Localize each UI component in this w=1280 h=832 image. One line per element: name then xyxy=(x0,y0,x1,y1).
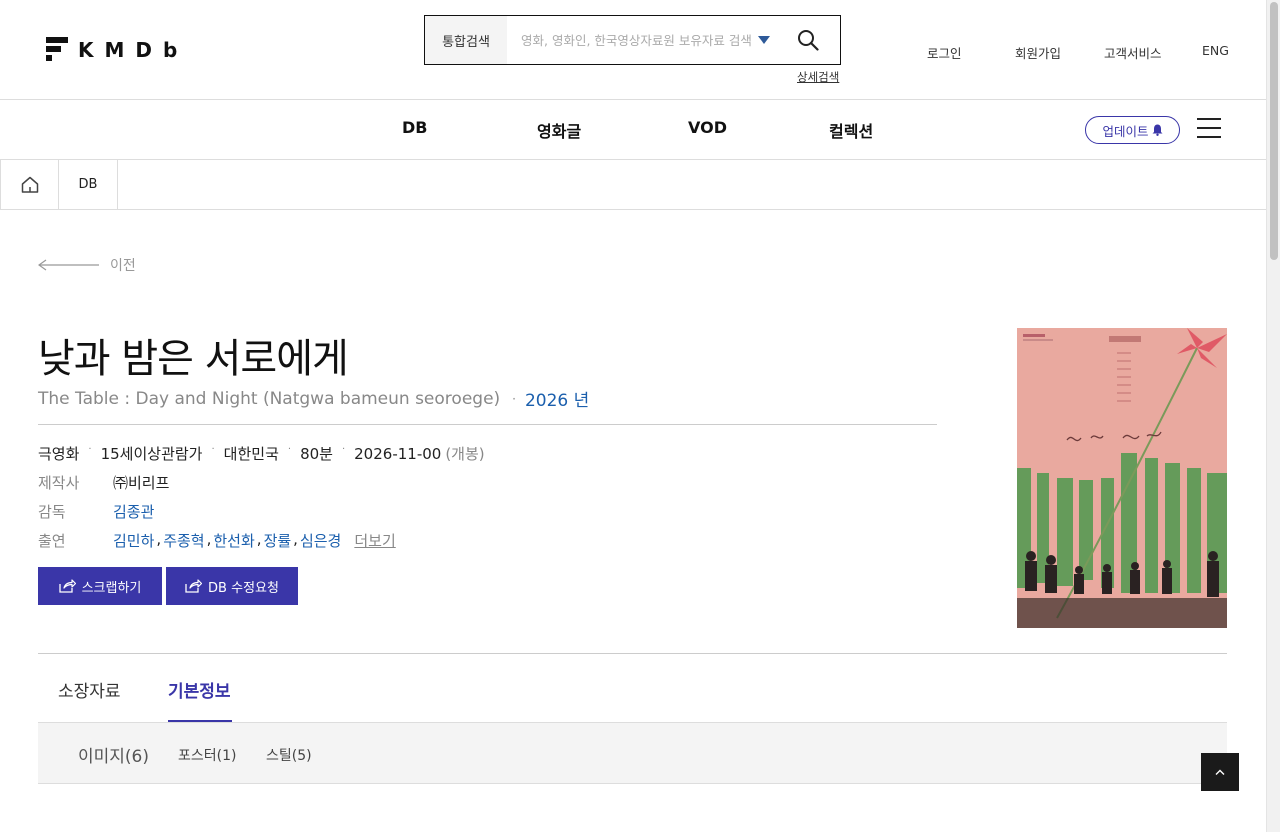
meta-release-note: (개봉) xyxy=(445,445,485,463)
db-edit-label: DB 수정요청 xyxy=(208,580,279,596)
search-button[interactable] xyxy=(788,20,828,60)
nav-db[interactable]: DB xyxy=(402,118,427,137)
movie-meta: 극영화 · 15세이상관람가 · 대한민국 · 80분 · 2026-11-00 (개봉… xyxy=(38,444,485,463)
director-row: 감독 김종관 xyxy=(38,501,154,522)
meta-release-date: 2026-11-00 xyxy=(354,444,442,463)
arrow-left-icon xyxy=(38,259,99,271)
nav-vod[interactable]: VOD xyxy=(688,118,727,137)
search-box: 통합검색 xyxy=(424,15,841,65)
tab-basic-info[interactable]: 기본정보 xyxy=(168,677,231,702)
english-link[interactable]: ENG xyxy=(1202,43,1229,58)
update-label: 업데이트 xyxy=(1102,123,1149,139)
scrap-label: 스크랩하기 xyxy=(81,580,142,596)
meta-rating: 15세이상관람가 xyxy=(100,445,203,463)
tab-collection[interactable]: 소장자료 xyxy=(58,677,121,702)
subtab-stills[interactable]: 스틸(5) xyxy=(266,745,312,765)
scroll-to-top-button[interactable] xyxy=(1201,753,1239,791)
logo-mark-icon xyxy=(46,36,68,61)
subtab-bar: 이미지(6) 포스터(1) 스틸(5) xyxy=(38,722,1227,784)
scrollbar[interactable] xyxy=(1266,0,1280,832)
site-header: KMDb 통합검색 상세검색 로그인 회원가입 고객서비스 ENG xyxy=(0,0,1266,100)
bell-icon xyxy=(1152,124,1162,136)
director-label: 감독 xyxy=(38,503,66,521)
back-label: 이전 xyxy=(110,258,136,274)
search-category-select[interactable]: 통합검색 xyxy=(425,16,507,64)
cast-more-link[interactable]: 더보기 xyxy=(354,530,395,551)
breadcrumb-db[interactable]: DB xyxy=(59,160,118,209)
chevron-down-icon[interactable] xyxy=(758,36,770,44)
cast-label: 출연 xyxy=(38,532,66,550)
meta-genre: 극영화 xyxy=(38,445,80,463)
breadcrumb: DB xyxy=(0,160,1266,210)
movie-year[interactable]: 2026 년 xyxy=(525,386,589,411)
chevron-up-icon xyxy=(1215,769,1225,775)
update-button[interactable]: 업데이트 xyxy=(1085,116,1180,144)
poster-image xyxy=(1017,328,1227,628)
movie-subtitle: The Table : Day and Night (Natgwa bameun… xyxy=(38,386,589,412)
movie-poster[interactable] xyxy=(1017,328,1227,628)
cast-link[interactable]: 장률 xyxy=(264,530,292,551)
nav-articles[interactable]: 영화글 xyxy=(537,118,581,142)
share-icon xyxy=(185,579,203,593)
customer-service-link[interactable]: 고객서비스 xyxy=(1104,43,1162,62)
producer-label: 제작사 xyxy=(38,474,80,492)
meta-runtime: 80분 xyxy=(300,445,333,463)
signup-link[interactable]: 회원가입 xyxy=(1015,43,1061,62)
divider xyxy=(38,424,937,425)
logo-text: KMDb xyxy=(78,38,189,62)
scrap-button[interactable]: 스크랩하기 xyxy=(38,567,162,605)
subtab-images[interactable]: 이미지(6) xyxy=(78,742,149,767)
back-link[interactable]: 이전 xyxy=(38,255,136,275)
cast-link[interactable]: 심은경 xyxy=(300,530,341,551)
advanced-search-link[interactable]: 상세검색 xyxy=(797,69,839,85)
meta-country: 대한민국 xyxy=(223,445,279,463)
subtab-posters[interactable]: 포스터(1) xyxy=(178,745,236,765)
movie-title: 낮과 밤은 서로에게 xyxy=(38,336,349,382)
cast-row: 출연 김민하, 주종혁, 한선화, 장률, 심은경 더보기 xyxy=(38,530,396,551)
cast-link[interactable]: 김민하 xyxy=(113,530,154,551)
search-icon xyxy=(798,30,819,51)
divider xyxy=(38,653,1227,654)
director-link[interactable]: 김종관 xyxy=(113,501,154,522)
db-edit-request-button[interactable]: DB 수정요청 xyxy=(166,567,298,605)
main-nav: DB 영화글 VOD 컬렉션 업데이트 xyxy=(0,100,1266,160)
share-icon xyxy=(58,579,76,593)
kmdb-logo[interactable]: KMDb xyxy=(46,34,188,62)
cast-link[interactable]: 한선화 xyxy=(213,530,254,551)
movie-title-en: The Table : Day and Night (Natgwa bameun… xyxy=(38,388,501,409)
producer-value: ㈜비리프 xyxy=(113,474,170,492)
login-link[interactable]: 로그인 xyxy=(927,43,962,62)
cast-link[interactable]: 주종혁 xyxy=(163,530,204,551)
search-input[interactable] xyxy=(507,16,758,64)
hamburger-menu-icon[interactable] xyxy=(1197,118,1221,138)
nav-collection[interactable]: 컬렉션 xyxy=(829,118,873,142)
producer-row: 제작사 ㈜비리프 xyxy=(38,472,169,493)
breadcrumb-home[interactable] xyxy=(1,160,59,209)
scrollbar-thumb[interactable] xyxy=(1270,2,1278,260)
home-icon xyxy=(21,176,38,193)
separator-dot: · xyxy=(512,391,516,406)
